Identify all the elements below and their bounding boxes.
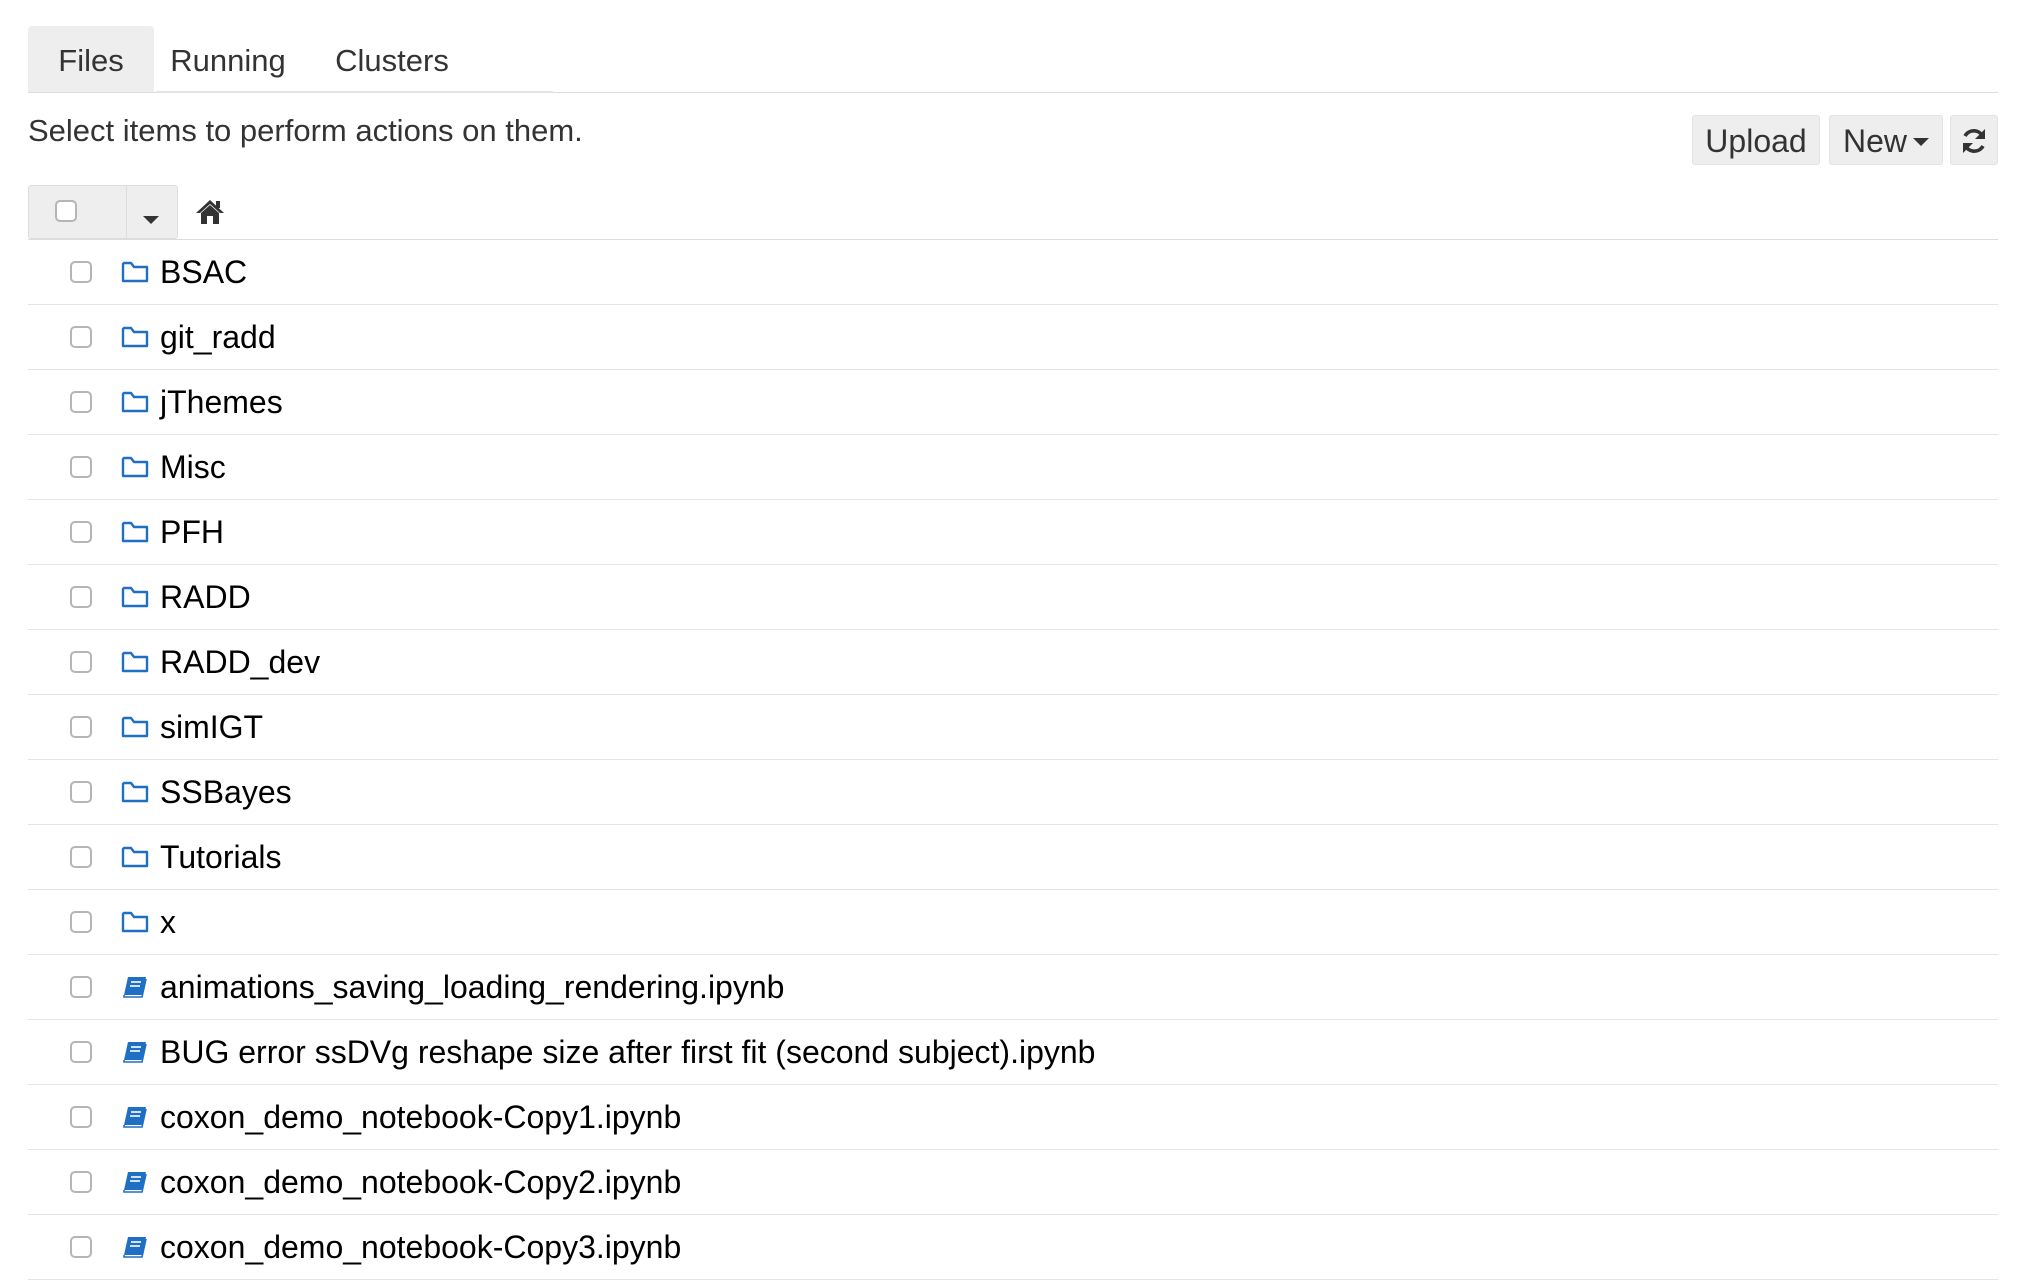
item-link[interactable]: RADD: [160, 579, 251, 616]
list-item[interactable]: RADD: [28, 565, 1998, 630]
list-item[interactable]: simIGT: [28, 695, 1998, 760]
folder-icon: [121, 390, 149, 414]
folder-icon: [121, 650, 149, 674]
item-checkbox[interactable]: [70, 456, 92, 478]
item-checkbox[interactable]: [70, 326, 92, 348]
list-item[interactable]: RADD_dev: [28, 630, 1998, 695]
caret-down-icon: [1913, 137, 1929, 146]
selection-hint: Select items to perform actions on them.: [28, 113, 583, 148]
item-link[interactable]: coxon_demo_notebook-Copy3.ipynb: [160, 1229, 681, 1266]
file-list: BSAC git_radd jThemes Misc PFH RADD RADD_devsi…: [28, 240, 1998, 1280]
refresh-button[interactable]: [1950, 115, 1998, 165]
item-link[interactable]: coxon_demo_notebook-Copy2.ipynb: [160, 1164, 681, 1201]
notebook-icon: [121, 975, 149, 999]
tab-running[interactable]: Running: [154, 26, 302, 92]
tab-clusters[interactable]: Clusters: [302, 26, 482, 92]
folder-icon: [121, 910, 149, 934]
folder-icon: [121, 455, 149, 479]
folder-icon: [121, 845, 149, 869]
item-checkbox[interactable]: [70, 1171, 92, 1193]
folder-icon: [121, 260, 149, 284]
new-button-label: New: [1842, 123, 1907, 159]
item-checkbox[interactable]: [70, 1106, 92, 1128]
list-item[interactable]: coxon_demo_notebook-Copy3.ipynb: [28, 1215, 1998, 1280]
item-link[interactable]: BUG error ssDVg reshape size after first…: [160, 1034, 1095, 1071]
item-link[interactable]: SSBayes: [160, 774, 292, 811]
list-item[interactable]: git_radd: [28, 305, 1998, 370]
list-item[interactable]: coxon_demo_notebook-Copy2.ipynb: [28, 1150, 1998, 1215]
file-browser: Files Running Clusters Select items to p…: [28, 26, 1998, 1280]
tab-files[interactable]: Files: [28, 26, 154, 92]
item-link[interactable]: animations_saving_loading_rendering.ipyn…: [160, 969, 784, 1006]
list-item[interactable]: jThemes: [28, 370, 1998, 435]
list-item[interactable]: PFH: [28, 500, 1998, 565]
item-link[interactable]: x: [160, 904, 176, 941]
notebook-icon: [121, 1170, 149, 1194]
upload-button-label: Upload: [1705, 123, 1807, 159]
item-checkbox[interactable]: [70, 391, 92, 413]
folder-icon: [121, 780, 149, 804]
folder-icon: [121, 325, 149, 349]
notebook-icon: [121, 1235, 149, 1259]
list-item[interactable]: x: [28, 890, 1998, 955]
item-checkbox[interactable]: [70, 261, 92, 283]
upload-button[interactable]: Upload: [1692, 115, 1820, 165]
select-menu-button[interactable]: [127, 186, 177, 238]
item-checkbox[interactable]: [70, 586, 92, 608]
item-checkbox[interactable]: [70, 521, 92, 543]
tab-bar: Files Running Clusters: [28, 26, 1998, 93]
refresh-icon: [1963, 129, 1985, 153]
item-checkbox[interactable]: [70, 781, 92, 803]
item-checkbox[interactable]: [70, 651, 92, 673]
item-link[interactable]: Misc: [160, 449, 226, 486]
item-link[interactable]: simIGT: [160, 709, 263, 746]
item-link[interactable]: coxon_demo_notebook-Copy1.ipynb: [160, 1099, 681, 1136]
folder-icon: [121, 585, 149, 609]
home-icon[interactable]: [195, 199, 225, 225]
select-all-checkbox[interactable]: [55, 200, 77, 222]
list-item[interactable]: animations_saving_loading_rendering.ipyn…: [28, 955, 1998, 1020]
select-all-group: [28, 185, 178, 239]
list-item[interactable]: BUG error ssDVg reshape size after first…: [28, 1020, 1998, 1085]
list-item[interactable]: SSBayes: [28, 760, 1998, 825]
item-link[interactable]: PFH: [160, 514, 224, 551]
item-link[interactable]: RADD_dev: [160, 644, 320, 681]
item-checkbox[interactable]: [70, 976, 92, 998]
item-link[interactable]: Tutorials: [160, 839, 282, 876]
list-item[interactable]: Tutorials: [28, 825, 1998, 890]
folder-icon: [121, 520, 149, 544]
item-checkbox[interactable]: [70, 846, 92, 868]
list-item[interactable]: Misc: [28, 435, 1998, 500]
folder-icon: [121, 715, 149, 739]
item-checkbox[interactable]: [70, 1041, 92, 1063]
caret-down-icon: [143, 216, 159, 224]
item-checkbox[interactable]: [70, 716, 92, 738]
list-header: [28, 185, 1998, 240]
item-link[interactable]: jThemes: [160, 384, 283, 421]
item-link[interactable]: BSAC: [160, 254, 247, 291]
item-checkbox[interactable]: [70, 911, 92, 933]
list-item[interactable]: coxon_demo_notebook-Copy1.ipynb: [28, 1085, 1998, 1150]
notebook-icon: [121, 1105, 149, 1129]
new-button[interactable]: New: [1829, 115, 1943, 165]
list-item[interactable]: BSAC: [28, 240, 1998, 305]
item-link[interactable]: git_radd: [160, 319, 276, 356]
notebook-icon: [121, 1040, 149, 1064]
item-checkbox[interactable]: [70, 1236, 92, 1258]
toolbar: Select items to perform actions on them.…: [28, 93, 1998, 185]
